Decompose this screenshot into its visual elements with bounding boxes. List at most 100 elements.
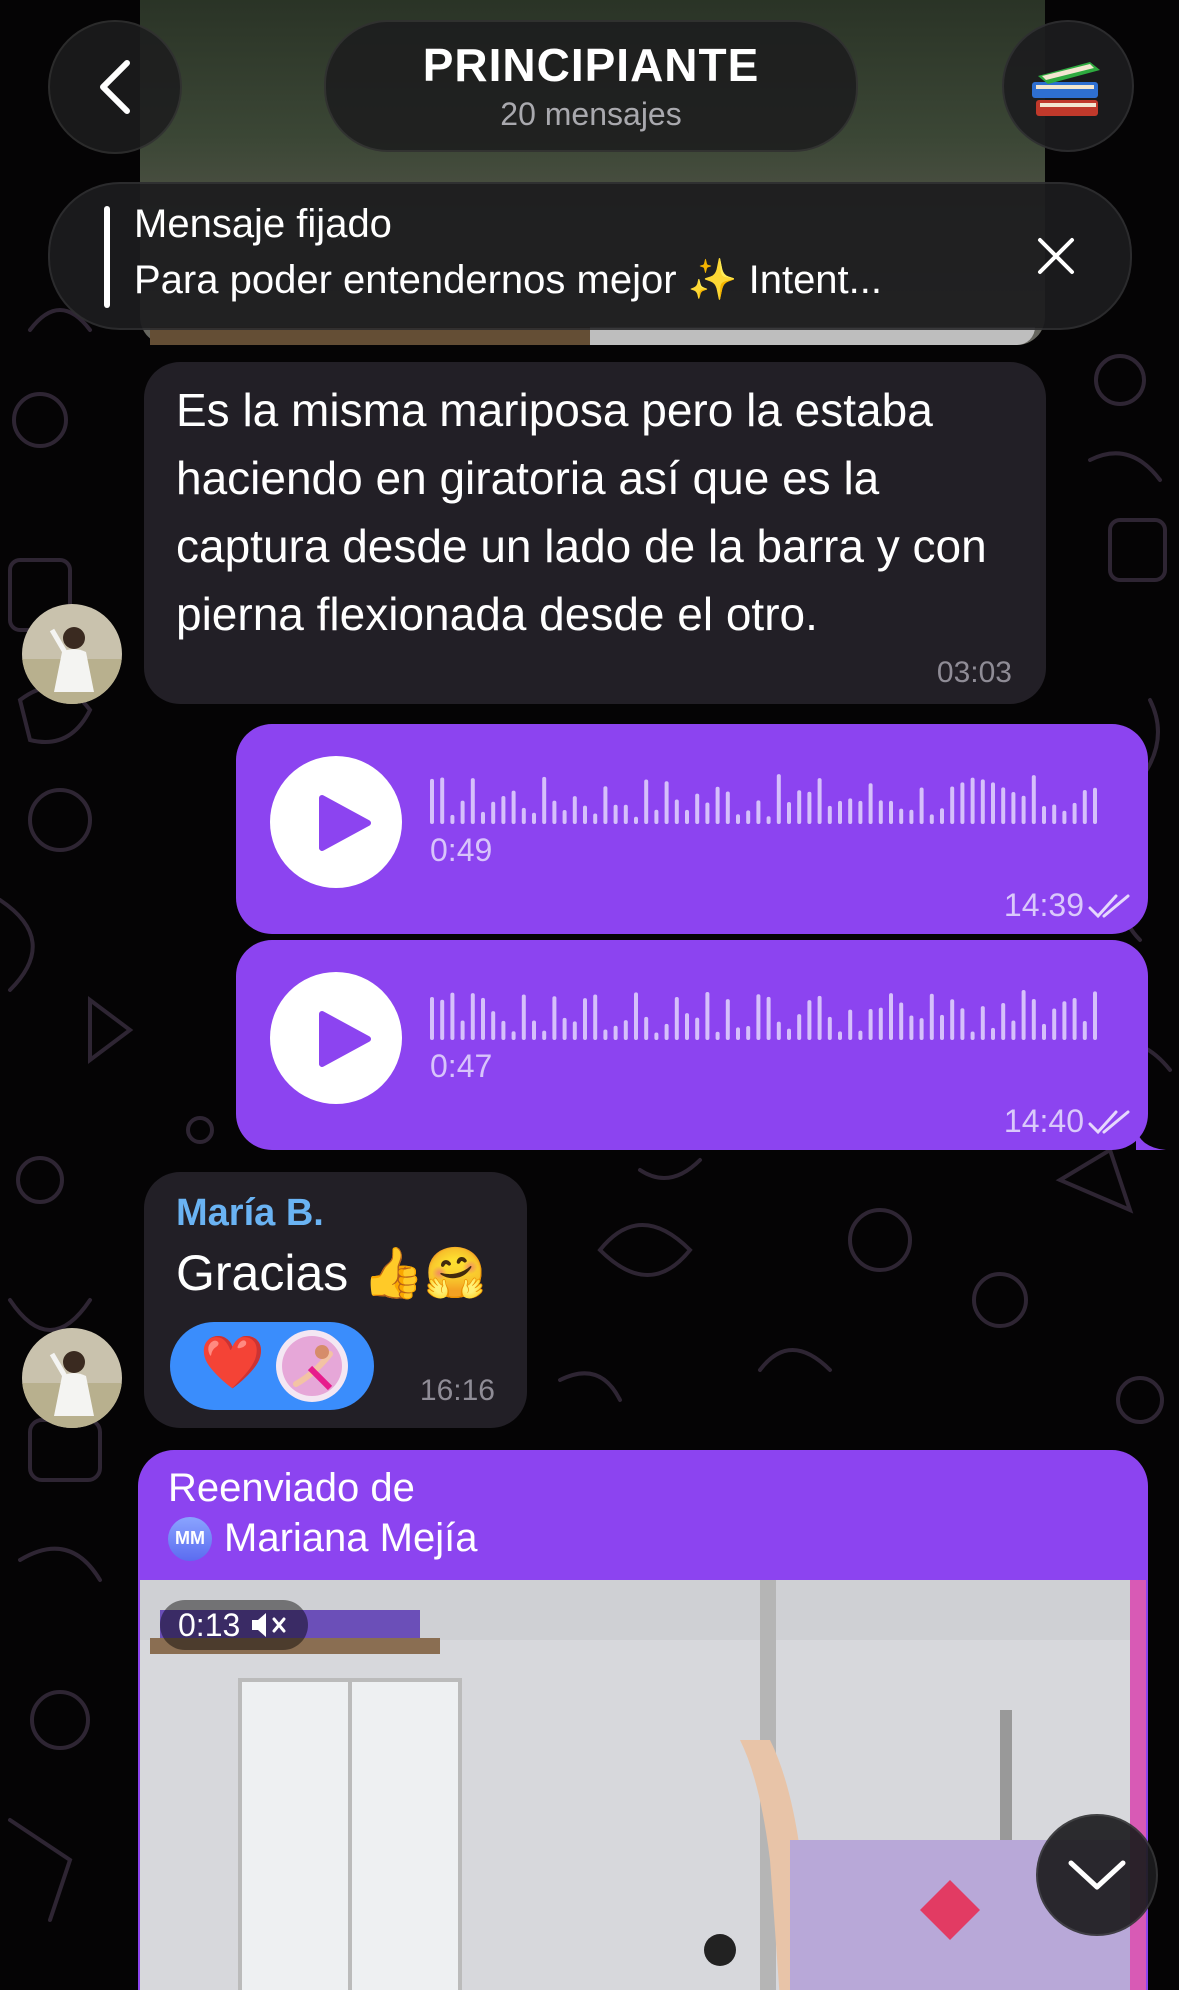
waveform-bar	[1062, 1001, 1067, 1040]
waveform-bar	[542, 1030, 547, 1040]
waveform-bar	[797, 1014, 802, 1040]
waveform-bar	[756, 800, 761, 824]
waveform-bar	[450, 814, 455, 824]
waveform-bar	[562, 1017, 567, 1040]
video-thumbnail[interactable]: 0:13	[140, 1580, 1146, 1990]
avatar[interactable]	[22, 1328, 122, 1428]
waveform-bar	[593, 994, 598, 1040]
waveform-bar	[521, 807, 526, 824]
waveform-bar	[481, 811, 485, 824]
waveform-bar	[562, 809, 567, 824]
waveform-bar	[838, 800, 842, 824]
waveform-bar	[940, 1014, 944, 1040]
waveform-bar	[766, 816, 771, 824]
forwarded-video-message[interactable]: Reenviado de MM Mariana Mejía 0:13	[138, 1450, 1148, 1990]
waveform-bar	[501, 795, 506, 824]
books-icon	[1032, 62, 1100, 116]
waveform-bar	[1072, 802, 1077, 824]
waveform-bar	[552, 800, 557, 824]
play-button[interactable]	[270, 972, 402, 1104]
waveform-bar	[776, 1021, 781, 1040]
heart-reaction: ❤️	[200, 1334, 265, 1392]
forwarded-source[interactable]: MM Mariana Mejía	[168, 1516, 477, 1561]
waveform-bar	[1042, 1023, 1046, 1040]
waveform-bar	[1021, 990, 1026, 1040]
waveform-bar	[736, 814, 740, 824]
chat-header: PRINCIPIANTE 20 mensajes	[0, 0, 1179, 160]
back-button[interactable]	[48, 20, 182, 154]
waveform-bar	[644, 1016, 649, 1040]
voice-duration: 0:47	[430, 1048, 493, 1084]
waveform-bar	[583, 805, 587, 824]
close-icon[interactable]	[1034, 234, 1078, 278]
waveform-bar	[1031, 999, 1036, 1040]
waveform-bar	[1093, 991, 1097, 1040]
waveform-bar	[807, 791, 812, 824]
waveform-bar	[715, 786, 720, 824]
waveform-bar	[827, 805, 832, 824]
play-icon	[319, 1011, 371, 1067]
waveform-bar	[980, 779, 985, 824]
waveform-bar	[858, 800, 863, 824]
waveform-bar	[838, 1031, 842, 1040]
waveform-bar	[899, 808, 904, 824]
waveform-bar	[725, 999, 730, 1040]
message-text: Es la misma mariposa pero la estaba haci…	[176, 384, 987, 640]
waveform-bar	[868, 783, 873, 824]
waveform-bar	[787, 802, 791, 824]
pinned-accent-line	[104, 206, 110, 308]
waveform-bar	[827, 1016, 832, 1040]
scroll-to-bottom-button[interactable]	[1036, 1814, 1158, 1936]
waveform-bar	[736, 1027, 740, 1040]
waveform-bar	[1001, 787, 1006, 824]
waveform-bar	[623, 1020, 628, 1040]
chat-subtitle: 20 mensajes	[500, 96, 682, 132]
waveform-bar	[1082, 1021, 1087, 1040]
waveform-bar	[1031, 775, 1036, 824]
double-check-icon	[1088, 1110, 1130, 1135]
waveform-bar	[970, 1031, 975, 1040]
group-avatar[interactable]	[1002, 20, 1134, 152]
sender-name[interactable]: María B.	[176, 1192, 324, 1235]
waveform-bar	[440, 999, 445, 1040]
waveform-bar	[491, 801, 496, 824]
waveform-bar	[848, 1009, 853, 1040]
waveform-bar	[929, 814, 934, 824]
waveform-bar	[817, 995, 822, 1040]
waveform-bar	[542, 776, 547, 824]
waveform-bar	[940, 808, 944, 824]
chevron-left-icon	[100, 60, 130, 114]
waveform-bar	[868, 1008, 873, 1040]
video-duration-badge: 0:13	[160, 1600, 309, 1650]
voice-message[interactable]: 0:49 14:39	[236, 724, 1148, 934]
waveform-bar	[460, 800, 465, 824]
waveform-bar	[583, 998, 587, 1040]
waveform-bar	[572, 796, 577, 824]
waveform-bar	[1042, 805, 1046, 824]
waveform-bar	[623, 804, 628, 824]
avatar[interactable]	[22, 604, 122, 704]
waveform-bar	[470, 778, 475, 824]
pinned-preview: Para poder entendernos mejor ✨ Intent...	[134, 258, 883, 302]
waveform-bar	[1052, 804, 1057, 824]
chevron-down-icon	[1068, 1860, 1126, 1890]
chat-title-pill[interactable]: PRINCIPIANTE 20 mensajes	[324, 20, 858, 152]
waveform-bar	[695, 793, 700, 824]
waveform-bar	[470, 993, 475, 1040]
waveform-bar	[705, 802, 710, 824]
waveform-bar	[685, 1013, 689, 1040]
speaker-muted-icon[interactable]	[250, 1611, 290, 1639]
chat-title: PRINCIPIANTE	[422, 39, 760, 91]
voice-message[interactable]: 0:47 14:40	[236, 940, 1148, 1150]
incoming-message[interactable]: Es la misma mariposa pero la estaba haci…	[144, 362, 1046, 704]
waveform-bar	[909, 809, 914, 824]
waveform-bar	[634, 992, 638, 1040]
waveform-bar	[858, 1030, 863, 1040]
waveform-bar	[919, 787, 924, 824]
reaction-pill[interactable]: ❤️	[170, 1322, 374, 1410]
pinned-message-bar[interactable]: Mensaje fijado Para poder entendernos me…	[48, 182, 1132, 330]
play-button[interactable]	[270, 756, 402, 888]
waveform-bar	[654, 809, 659, 824]
waveform-bar	[889, 800, 893, 824]
incoming-message[interactable]: María B. Gracias 👍🤗 ❤️ 16:16	[144, 1172, 527, 1428]
